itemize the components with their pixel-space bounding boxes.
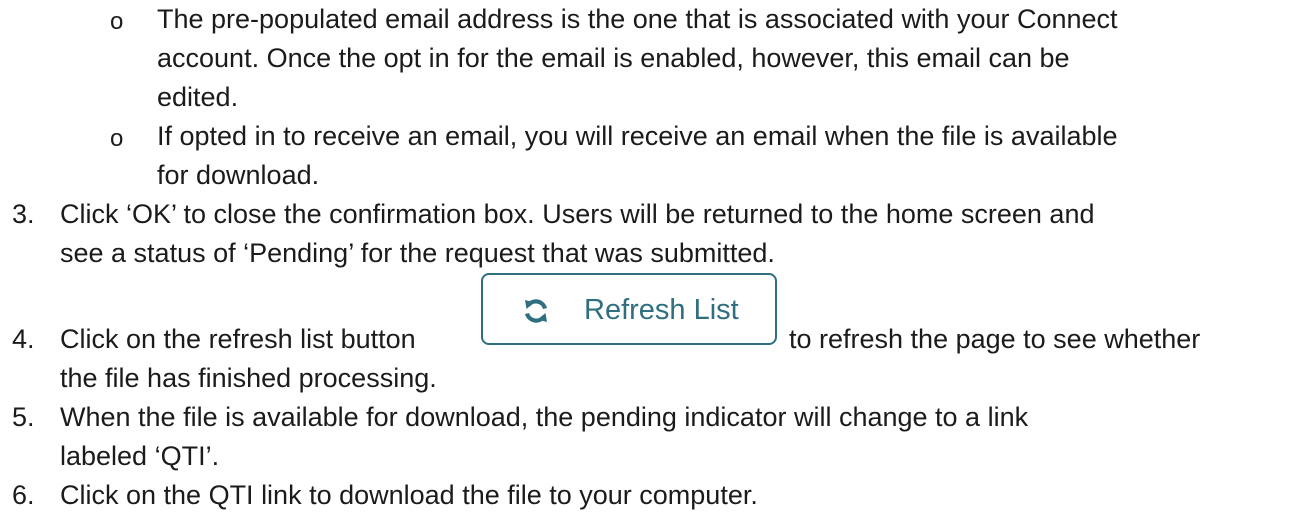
step-text: When the file is available for download,… [60,402,1029,432]
sub-bullet-text: If opted in to receive an email, you wil… [157,121,1118,151]
sub-bullet-text: The pre-populated email address is the o… [157,4,1118,34]
step-number: 4. [12,324,35,354]
step-text: see a status of ‘Pending’ for the reques… [60,238,775,268]
step-text: to refresh the page to see whether [789,324,1201,354]
refresh-icon [524,299,548,323]
sub-bullet-marker: o [110,125,124,152]
step-text: labeled ‘QTI’. [60,441,220,471]
sub-bullet-marker: o [110,8,124,35]
step-text: Click on the QTI link to download the fi… [60,480,758,510]
step-text: Click on the refresh list button [60,324,416,354]
refresh-list-label: Refresh List [584,294,739,326]
step-number: 3. [12,199,35,229]
step-number: 6. [12,480,35,510]
sub-bullet-text: for download. [157,160,320,190]
refresh-list-button[interactable]: Refresh List [481,273,777,345]
step-number: 5. [12,402,35,432]
step-text: the file has finished processing. [60,363,437,393]
sub-bullet-text: account. Once the opt in for the email i… [157,43,1070,73]
step-text: Click ‘OK’ to close the confirmation box… [60,199,1095,229]
sub-bullet-text: edited. [157,82,239,112]
